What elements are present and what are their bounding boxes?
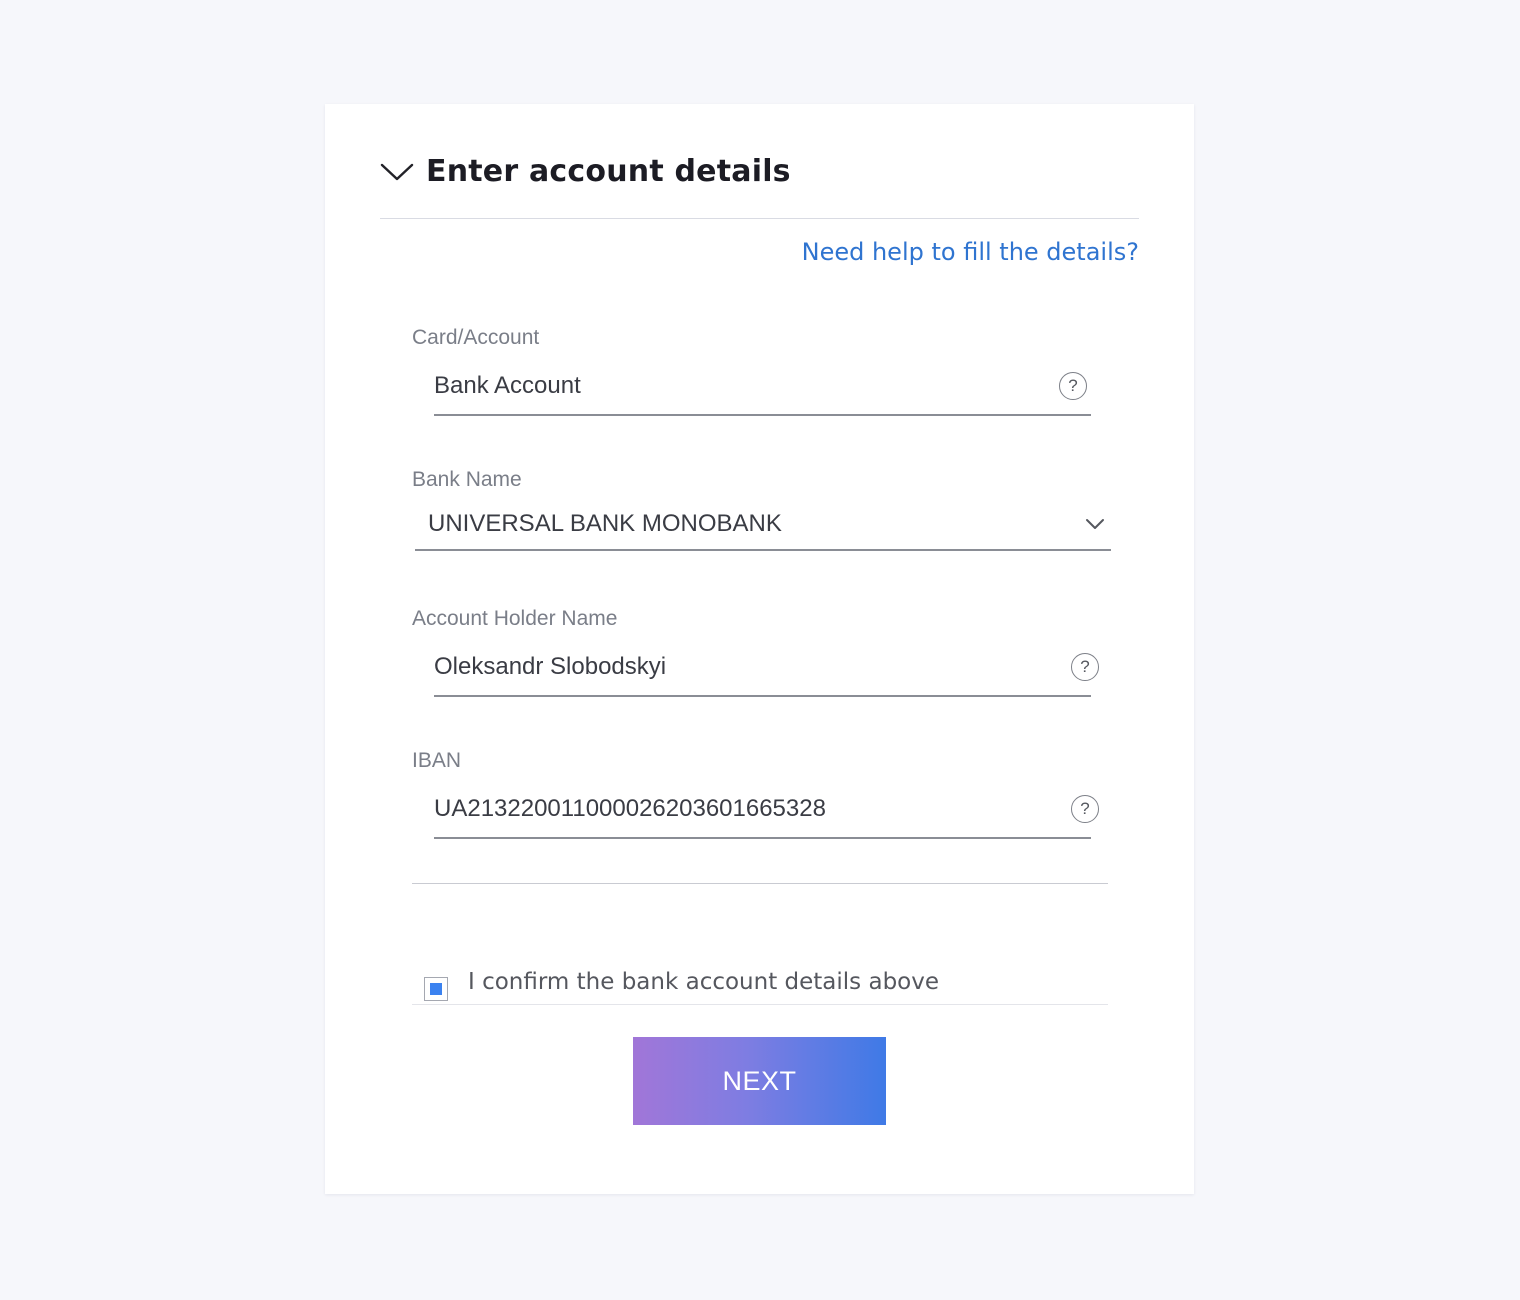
form-divider [412, 883, 1108, 884]
section-toggle[interactable]: Enter account details [380, 154, 791, 189]
card-account-label: Card/Account [412, 326, 540, 349]
help-icon[interactable]: ? [1059, 372, 1087, 400]
checkbox-checked-mark [430, 983, 442, 995]
help-link[interactable]: Need help to fill the details? [802, 238, 1139, 266]
confirm-label: I confirm the bank account details above [468, 969, 940, 995]
confirm-checkbox[interactable] [424, 977, 448, 1001]
header-divider [380, 218, 1139, 219]
confirm-checkbox-row[interactable]: I confirm the bank account details above [412, 966, 1108, 1005]
help-icon[interactable]: ? [1071, 795, 1099, 823]
next-button[interactable]: NEXT [633, 1037, 886, 1125]
card-account-value: Bank Account [434, 372, 581, 399]
account-details-card: Enter account details Need help to fill … [325, 104, 1194, 1194]
holder-name-field[interactable]: Oleksandr Slobodskyi ? [434, 649, 1099, 697]
help-icon[interactable]: ? [1071, 653, 1099, 681]
chevron-down-icon[interactable] [1085, 518, 1105, 530]
chevron-down-icon [380, 163, 414, 180]
iban-label: IBAN [412, 749, 462, 772]
card-account-field[interactable]: Bank Account ? [434, 368, 1091, 416]
iban-field[interactable]: UA213220011000026203601665328 ? [434, 791, 1099, 839]
holder-name-label: Account Holder Name [412, 607, 618, 630]
iban-value: UA213220011000026203601665328 [434, 795, 826, 822]
section-title: Enter account details [426, 154, 791, 189]
bank-name-label: Bank Name [412, 468, 522, 491]
holder-name-value: Oleksandr Slobodskyi [434, 653, 667, 680]
bank-name-select[interactable]: UNIVERSAL BANK MONOBANK [415, 506, 1111, 551]
bank-name-value: UNIVERSAL BANK MONOBANK [428, 509, 782, 537]
